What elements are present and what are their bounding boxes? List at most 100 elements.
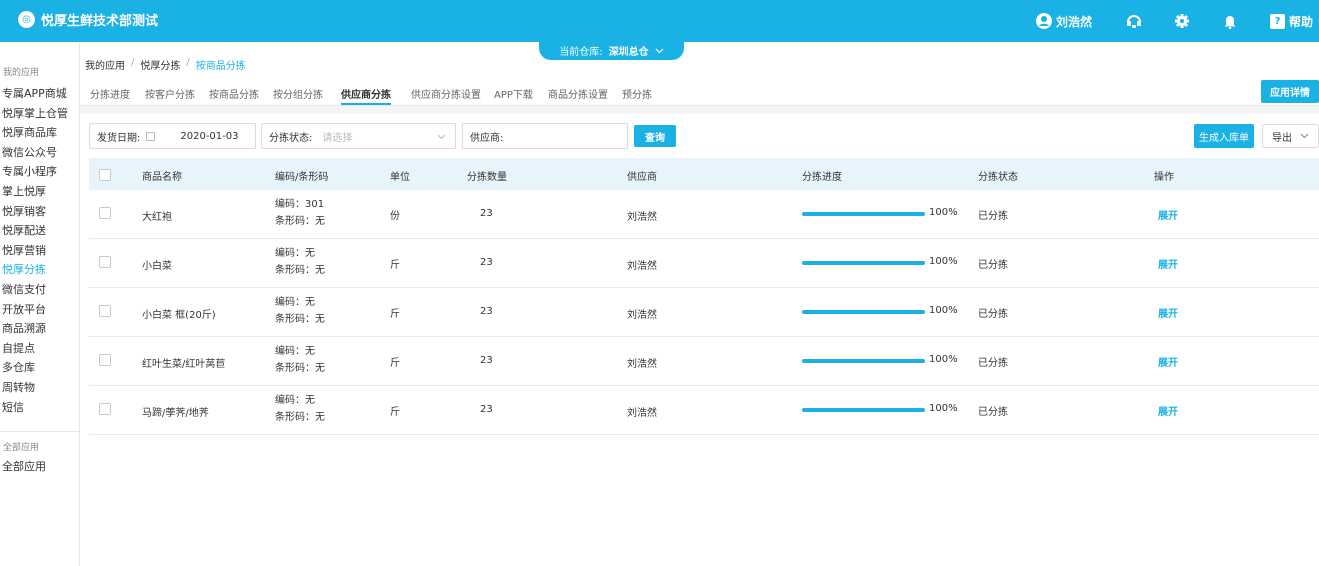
sidebar-item[interactable]: 周转物 [0, 378, 79, 398]
delivery-date-picker[interactable]: 发货日期: 2020-01-03 [89, 123, 256, 149]
generate-inbound-button[interactable]: 生成入库单 [1194, 124, 1254, 148]
sidebar-item[interactable]: 微信支付 [0, 280, 79, 300]
customer-service-icon[interactable] [1126, 13, 1142, 29]
supplier: 刘浩然 [627, 359, 657, 370]
sidebar-item[interactable]: 专属APP商城 [0, 84, 79, 104]
row-checkbox[interactable] [99, 403, 111, 415]
progress-text: 100% [929, 403, 958, 414]
supplier: 刘浩然 [627, 261, 657, 272]
th-supplier: 供应商 [627, 172, 657, 183]
product-code: 编码：无 [275, 248, 315, 259]
active-tab-indicator [341, 103, 391, 105]
supplier: 刘浩然 [627, 212, 657, 223]
expand-link[interactable]: 展开 [1158, 256, 1178, 271]
sort-qty: 23 [480, 306, 493, 317]
sidebar-item[interactable]: 悦厚分拣 [0, 260, 79, 280]
sidebar-item[interactable]: 开放平台 [0, 300, 79, 320]
app-logo-icon: ◎ [18, 11, 35, 28]
chevron-down-icon [655, 48, 664, 53]
breadcrumb: 我的应用 / 悦厚分拣 / 按商品分拣 [85, 57, 246, 72]
warehouse-value: 深圳总仓 [608, 47, 649, 58]
tab-by-product[interactable]: 按商品分拣 [209, 86, 259, 101]
th-unit: 单位 [390, 172, 410, 183]
sorting-status-select[interactable]: 分拣状态: 请选择 [261, 123, 456, 149]
product-code: 编码：301 [275, 199, 325, 210]
chevron-down-icon [1300, 133, 1309, 139]
sort-qty: 23 [480, 257, 493, 268]
sidebar-item[interactable]: 多仓库 [0, 358, 79, 378]
sidebar-item[interactable]: 短信 [0, 398, 79, 418]
tab-by-supplier[interactable]: 供应商分拣 [341, 86, 391, 101]
sort-qty: 23 [480, 208, 493, 219]
breadcrumb-my-apps[interactable]: 我的应用 [85, 57, 125, 72]
row-checkbox[interactable] [99, 354, 111, 366]
progress-bar [802, 212, 925, 216]
supplier-input[interactable]: 供应商: [462, 123, 628, 149]
row-checkbox[interactable] [99, 207, 111, 219]
product-name: 大红袍 [142, 212, 172, 223]
code-barcode: 编码：无 条形码：无 [275, 294, 325, 328]
top-bar: ◎ 悦厚生鲜技术部测试 刘浩然 ? 帮助 [0, 0, 1319, 42]
breadcrumb-current: 按商品分拣 [195, 61, 246, 72]
bell-icon[interactable] [1222, 13, 1238, 29]
row-checkbox[interactable] [99, 305, 111, 317]
sort-status: 已分拣 [978, 211, 1008, 222]
gear-icon[interactable] [1174, 13, 1190, 29]
expand-link[interactable]: 展开 [1158, 207, 1178, 222]
product-barcode: 条形码：无 [275, 412, 325, 423]
row-checkbox[interactable] [99, 256, 111, 268]
sidebar-item[interactable]: 悦厚商品库 [0, 123, 79, 143]
sidebar-item[interactable]: 专属小程序 [0, 162, 79, 182]
product-barcode: 条形码：无 [275, 265, 325, 276]
product-name: 小白菜 框(20斤) [142, 310, 216, 321]
sort-status: 已分拣 [978, 309, 1008, 320]
sidebar-item[interactable]: 悦厚销客 [0, 202, 79, 222]
export-dropdown[interactable]: 导出 [1262, 124, 1319, 148]
expand-link[interactable]: 展开 [1158, 403, 1178, 418]
query-button[interactable]: 查询 [634, 125, 676, 147]
tab-supplier-settings[interactable]: 供应商分拣设置 [411, 86, 481, 101]
progress-bar [802, 359, 925, 363]
expand-link[interactable]: 展开 [1158, 354, 1178, 369]
breadcrumb-sorting[interactable]: 悦厚分拣 [140, 57, 180, 72]
sort-status: 已分拣 [978, 358, 1008, 369]
help-label: 帮助 [1288, 14, 1313, 29]
sidebar-item[interactable]: 掌上悦厚 [0, 182, 79, 202]
help-link[interactable]: ? 帮助 [1269, 13, 1313, 30]
sidebar-item[interactable]: 悦厚营销 [0, 241, 79, 261]
code-barcode: 编码：无 条形码：无 [275, 343, 325, 377]
table-header: 商品名称 编码/条形码 单位 分拣数量 供应商 分拣进度 分拣状态 操作 [89, 158, 1319, 190]
tab-sorting-progress[interactable]: 分拣进度 [90, 86, 130, 101]
th-progress: 分拣进度 [802, 172, 842, 183]
sidebar-item[interactable]: 商品溯源 [0, 319, 79, 339]
user-avatar-icon [1035, 13, 1052, 29]
progress-text: 100% [929, 256, 958, 267]
sidebar-item[interactable]: 自提点 [0, 339, 79, 359]
progress-bar [802, 261, 925, 265]
chevron-down-icon [437, 134, 446, 140]
sidebar-item[interactable]: 微信公众号 [0, 143, 79, 163]
app-detail-button[interactable]: 应用详情 [1261, 80, 1319, 103]
table-row: 小白菜 框(20斤) 编码：无 条形码：无 斤 23 刘浩然 100% 已分拣 展开 [89, 288, 1319, 337]
tab-by-group[interactable]: 按分组分拣 [273, 86, 323, 101]
product-barcode: 条形码：无 [275, 363, 325, 374]
user-menu[interactable]: 刘浩然 [1035, 13, 1092, 30]
product-name: 小白菜 [142, 261, 172, 272]
th-status: 分拣状态 [978, 172, 1018, 183]
select-all-checkbox[interactable] [99, 169, 111, 181]
sidebar-item[interactable]: 悦厚掌上仓管 [0, 104, 79, 124]
sidebar-item[interactable]: 悦厚配送 [0, 221, 79, 241]
tab-product-sort-settings[interactable]: 商品分拣设置 [548, 86, 608, 101]
product-name: 红叶生菜/红叶莴苣 [142, 359, 226, 370]
tab-by-customer[interactable]: 按客户分拣 [145, 86, 195, 101]
unit: 斤 [390, 260, 400, 271]
tab-app-download[interactable]: APP下载 [494, 86, 533, 101]
expand-link[interactable]: 展开 [1158, 305, 1178, 320]
tab-pre-sorting[interactable]: 预分拣 [622, 86, 652, 101]
sidebar-item-all-apps[interactable]: 全部应用 [0, 457, 79, 477]
warehouse-selector[interactable]: 当前仓库: 深圳总仓 [539, 41, 684, 60]
delivery-date-label: 发货日期: [97, 132, 141, 144]
table-row: 红叶生菜/红叶莴苣 编码：无 条形码：无 斤 23 刘浩然 100% 已分拣 展开 [89, 337, 1319, 386]
brand[interactable]: ◎ 悦厚生鲜技术部测试 [18, 10, 158, 29]
sorting-status-placeholder: 请选择 [322, 132, 353, 144]
